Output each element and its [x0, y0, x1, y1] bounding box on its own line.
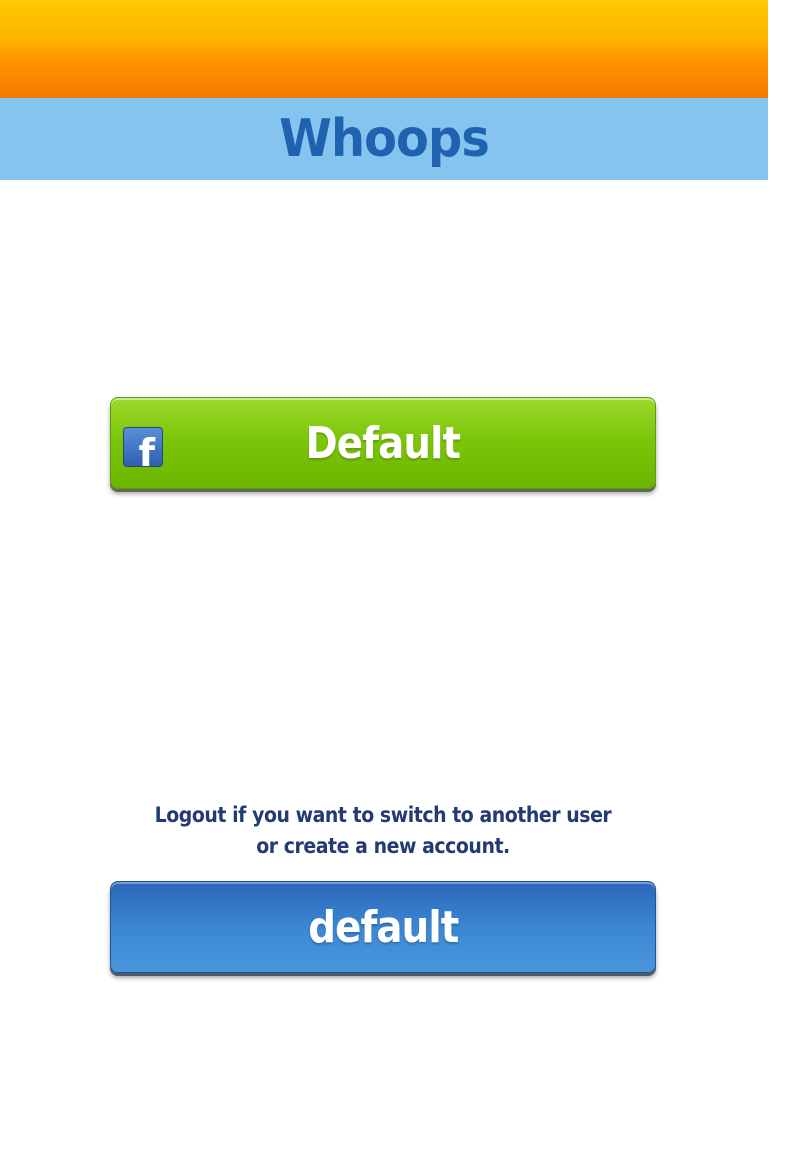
facebook-login-button[interactable]: f Default [110, 397, 656, 489]
title-band: Whoops [0, 98, 768, 180]
top-bar [0, 0, 768, 98]
logout-button[interactable]: default [110, 881, 656, 973]
page-title: Whoops [279, 109, 490, 169]
logout-message-line-2: or create a new account. [256, 834, 510, 858]
facebook-button-label: Default [305, 417, 461, 469]
logout-message: Logout if you want to switch to another … [110, 800, 656, 862]
facebook-icon-glyph: f [138, 431, 155, 467]
logout-button-label: default [307, 901, 459, 953]
logout-message-line-1: Logout if you want to switch to another … [154, 803, 612, 827]
facebook-icon: f [123, 427, 163, 467]
